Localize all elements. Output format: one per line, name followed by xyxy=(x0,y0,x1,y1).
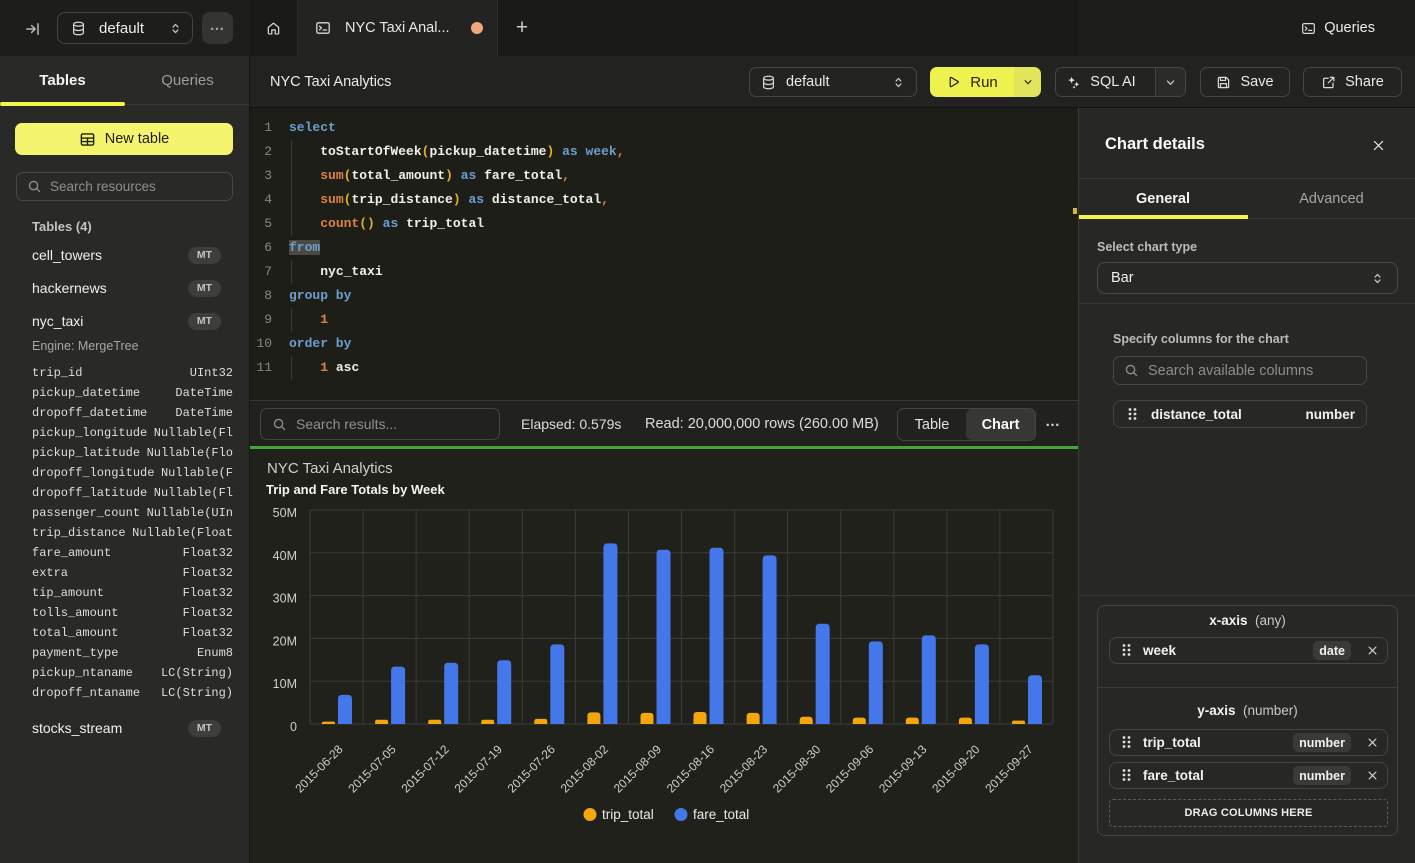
svg-text:30M: 30M xyxy=(273,592,297,606)
svg-text:trip_total: trip_total xyxy=(602,807,654,822)
svg-text:2015-09-20: 2015-09-20 xyxy=(929,742,983,796)
svg-text:2015-08-02: 2015-08-02 xyxy=(558,742,612,796)
svg-text:2015-06-28: 2015-06-28 xyxy=(292,742,346,796)
svg-text:10M: 10M xyxy=(273,677,297,691)
svg-text:0: 0 xyxy=(290,720,297,734)
svg-text:fare_total: fare_total xyxy=(693,807,749,822)
svg-text:2015-07-19: 2015-07-19 xyxy=(452,742,506,796)
svg-text:2015-08-16: 2015-08-16 xyxy=(664,742,718,796)
svg-text:50M: 50M xyxy=(273,506,297,520)
svg-text:2015-07-12: 2015-07-12 xyxy=(399,742,453,796)
svg-text:2015-08-09: 2015-08-09 xyxy=(611,742,665,796)
svg-text:2015-09-27: 2015-09-27 xyxy=(982,742,1036,796)
svg-text:2015-09-06: 2015-09-06 xyxy=(823,742,877,796)
svg-text:2015-07-26: 2015-07-26 xyxy=(505,742,559,796)
svg-text:2015-08-30: 2015-08-30 xyxy=(770,742,824,796)
svg-text:2015-08-23: 2015-08-23 xyxy=(717,742,771,796)
svg-text:2015-09-13: 2015-09-13 xyxy=(876,742,930,796)
svg-text:2015-07-05: 2015-07-05 xyxy=(345,742,399,796)
svg-text:40M: 40M xyxy=(273,549,297,563)
svg-text:20M: 20M xyxy=(273,634,297,648)
